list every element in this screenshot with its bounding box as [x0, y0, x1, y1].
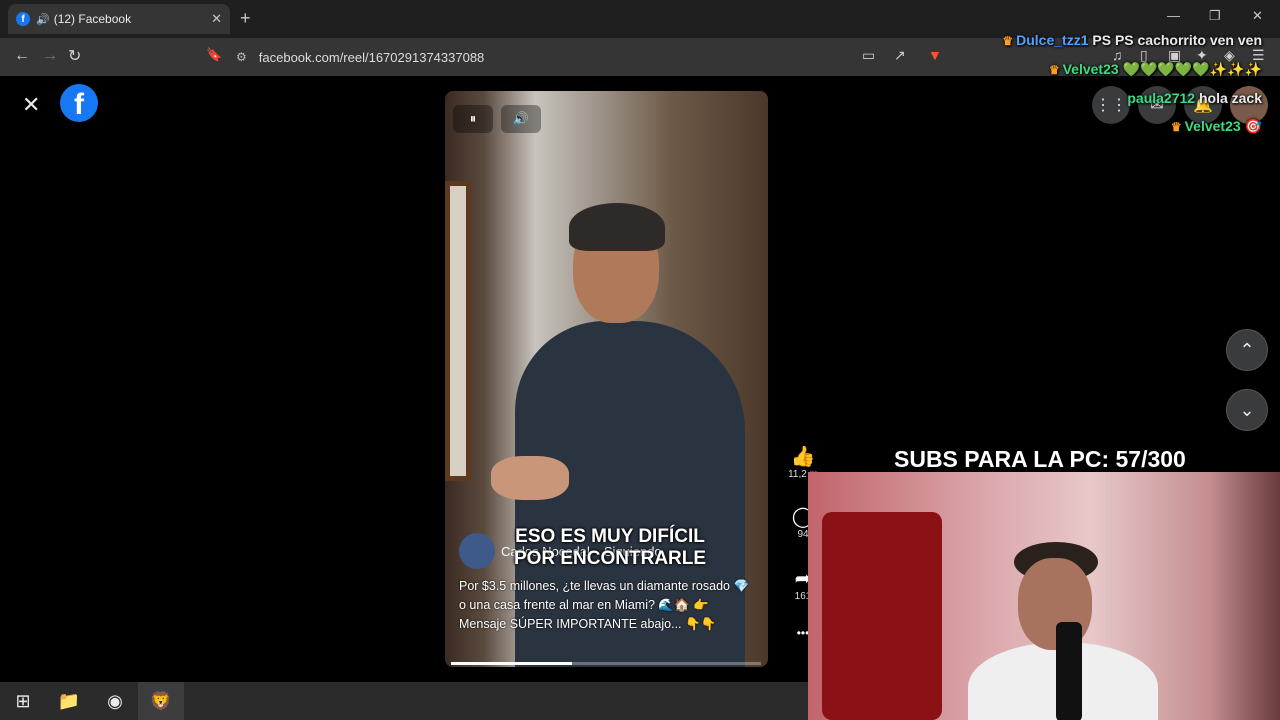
person-hair: [569, 203, 665, 251]
stream-chat-overlay: ♛ Dulce_tzz1 PS PS cachorrito ven ven ♛ Ve…: [1002, 26, 1262, 141]
subs-goal-text: SUBS PARA LA PC: 57/300: [894, 446, 1186, 472]
webcam-microphone: [1056, 622, 1082, 720]
chevron-up-icon: ⌃: [1239, 339, 1255, 360]
file-explorer-icon[interactable]: 📁: [46, 682, 92, 720]
restore-button[interactable]: ❐: [1209, 8, 1221, 24]
webcam-chair: [822, 512, 942, 720]
minimize-button[interactable]: —: [1167, 8, 1180, 23]
chat-message: ♛ Dulce_tzz1 PS PS cachorrito ven ven: [1002, 26, 1262, 55]
tab-audio-icon[interactable]: 🔊: [36, 13, 50, 26]
chat-text: hola zack: [1198, 90, 1262, 106]
pause-button[interactable]: ⏸: [453, 105, 493, 133]
tab-facebook[interactable]: f 🔊 (12) Facebook ✕: [8, 4, 230, 34]
back-button[interactable]: ←: [14, 47, 30, 65]
facebook-logo[interactable]: f: [60, 84, 98, 122]
tab-close-icon[interactable]: ✕: [211, 11, 222, 27]
windows-taskbar: ⊞ 📁 ◉ 🦁: [0, 682, 808, 720]
reload-button[interactable]: ↻: [68, 46, 81, 66]
close-reel-icon[interactable]: ✕: [22, 92, 40, 118]
chat-text: PS PS cachorrito ven ven: [1092, 32, 1262, 48]
window-close-button[interactable]: ✕: [1252, 8, 1263, 24]
tab-title: (12) Facebook: [53, 12, 132, 26]
chat-text: 💚💚💚💚💚✨✨✨: [1122, 61, 1262, 77]
cast-icon[interactable]: ▭: [862, 47, 875, 64]
author-avatar[interactable]: [459, 533, 495, 569]
sub-badge-icon: ♛: [1170, 120, 1182, 134]
volume-button[interactable]: 🔊: [501, 105, 541, 133]
site-info-icon[interactable]: ⚙: [236, 50, 247, 64]
address-bar[interactable]: ⚙ facebook.com/reel/1670291374337088: [236, 44, 864, 70]
sub-badge-icon: ♛: [1048, 63, 1060, 77]
like-icon[interactable]: 👍: [788, 444, 818, 469]
chevron-down-icon: ⌄: [1239, 399, 1255, 420]
video-overlay-text: ESO ES MUY DIFÍCIL POR ENCONTRARLE: [513, 526, 707, 569]
start-icon[interactable]: ⊞: [0, 682, 46, 720]
reel-video[interactable]: ⏸ 🔊 Carlos Nocedal · Siguiendo ESO ES MU…: [445, 91, 768, 667]
webcam-overlay: [808, 472, 1280, 720]
forward-button[interactable]: →: [42, 47, 58, 65]
chat-user: Dulce_tzz1: [1016, 32, 1089, 48]
chat-message: ♛ Velvet23 🎯: [1002, 112, 1262, 141]
bookmark-icon[interactable]: 🔖: [206, 47, 222, 63]
new-tab-button[interactable]: +: [240, 8, 251, 29]
chat-message: ♛ Velvet23 💚💚💚💚💚✨✨✨: [1002, 55, 1262, 84]
background-door: [445, 181, 471, 481]
chat-user: Velvet23: [1062, 61, 1119, 77]
obs-icon[interactable]: ◉: [92, 682, 138, 720]
chat-user: Velvet23: [1184, 118, 1241, 134]
person-hands: [491, 456, 569, 500]
url-text: facebook.com/reel/1670291374337088: [258, 49, 485, 65]
chat-text: 🎯: [1244, 118, 1262, 134]
chat-message: paula2712 hola zack: [1002, 84, 1262, 112]
brave-shields-icon[interactable]: ▼: [928, 47, 942, 63]
video-progress-fill: [451, 662, 572, 665]
chat-user: paula2712: [1127, 90, 1196, 106]
brave-browser-icon[interactable]: 🦁: [138, 682, 184, 720]
facebook-favicon-icon: f: [16, 12, 30, 26]
next-reel-button[interactable]: ⌄: [1226, 389, 1268, 431]
reel-caption[interactable]: Por $3.5 millones, ¿te llevas un diamant…: [459, 577, 759, 634]
previous-reel-button[interactable]: ⌃: [1226, 329, 1268, 371]
share-icon[interactable]: ↗: [894, 47, 906, 64]
video-progress-bar[interactable]: [451, 662, 761, 665]
sub-badge-icon: ♛: [1002, 34, 1014, 48]
